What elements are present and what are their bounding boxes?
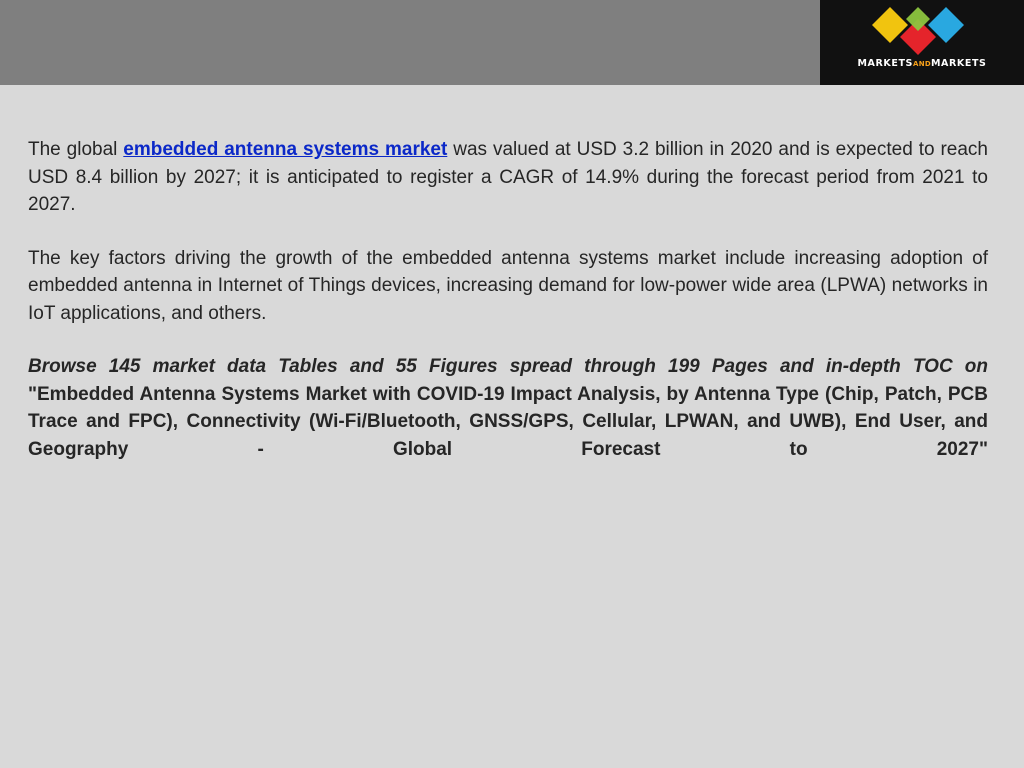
marketsandmarkets-logo: MARKETSANDMARKETS	[820, 0, 1024, 85]
paragraph1-before: The global	[28, 139, 124, 160]
paragraph-key-factors: The key factors driving the growth of th…	[28, 247, 988, 324]
logo-wordmark: MARKETSANDMARKETS	[820, 58, 1024, 69]
logo-text-left: MARKETS	[857, 58, 913, 69]
logo-text-right: MARKETS	[931, 58, 987, 69]
article-body: The global embedded antenna systems mark…	[28, 136, 988, 489]
logo-text-mid: AND	[913, 60, 931, 68]
logo-diamond-green	[906, 7, 930, 31]
paragraph-browse: Browse 145 market data Tables and 55 Fig…	[28, 353, 988, 463]
report-title: "Embedded Antenna Systems Market with CO…	[28, 383, 988, 460]
market-link[interactable]: embedded antenna systems market	[123, 139, 447, 160]
paragraph-market-value: The global embedded antenna systems mark…	[28, 136, 988, 219]
browse-lead: Browse 145 market data Tables and 55 Fig…	[28, 356, 988, 377]
logo-diamonds-icon	[872, 7, 964, 55]
